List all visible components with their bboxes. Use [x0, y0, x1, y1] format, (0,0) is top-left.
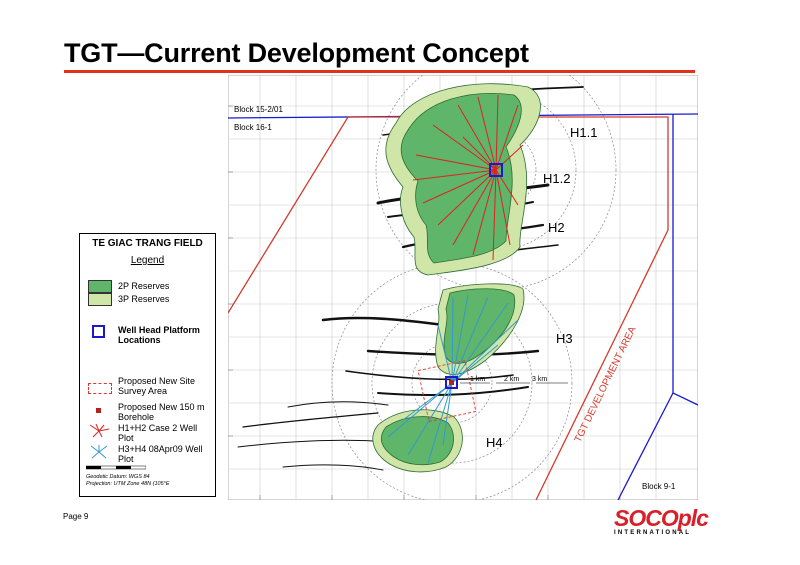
legend-label-borehole: Proposed New 150 m Borehole [118, 402, 205, 422]
label-ring-1km: 1 km [470, 376, 485, 383]
blue-well-plot-icon [90, 445, 108, 459]
title-underline [64, 70, 695, 73]
label-h3: H3 [556, 331, 573, 346]
scale-bar [86, 465, 146, 470]
swatch-2p-reserves [88, 280, 112, 293]
label-block-16-1: Block 16-1 [234, 123, 272, 132]
label-ring-2km: 2 km [504, 376, 519, 383]
borehole-marker [449, 380, 454, 385]
swatch-3p-reserves [88, 293, 112, 306]
label-h2: H2 [548, 220, 565, 235]
legend-label-3p: 3P Reserves [118, 294, 170, 304]
legend-label-2p: 2P Reserves [118, 281, 170, 291]
legend-label-h3h4: H3+H4 08Apr09 Well Plot [118, 444, 203, 464]
field-map: Block 15-2/01 Block 16-1 Block 9-1 H1.1 … [228, 75, 698, 500]
borehole-icon [96, 408, 101, 413]
legend-datum: Geodetic Datum: WGS 84 [86, 474, 150, 480]
legend-title: TE GIAC TRANG FIELD [92, 238, 203, 249]
legend-label-platform: Well Head Platform Locations [118, 325, 200, 345]
page-title: TGT—Current Development Concept [64, 38, 529, 68]
platform-square-icon [92, 325, 105, 338]
label-block-15-2-01: Block 15-2/01 [234, 105, 283, 114]
survey-area-swatch [88, 383, 112, 394]
label-ring-3km: 3 km [532, 376, 547, 383]
soco-logo: SOCOplc INTERNATIONAL [614, 505, 738, 536]
logo-wordmark: SOCOplc [614, 505, 709, 531]
map-legend: TE GIAC TRANG FIELD Legend 2P Reserves 3… [79, 233, 216, 497]
page-number: Page 9 [63, 512, 89, 521]
legend-heading: Legend [130, 255, 165, 266]
legend-projection: Projection: UTM Zone 48N (105°E [86, 481, 170, 487]
legend-label-h1h2: H1+H2 Case 2 Well Plot [118, 423, 198, 443]
label-h1-2: H1.2 [543, 171, 570, 186]
label-h1-1: H1.1 [570, 125, 597, 140]
legend-label-survey: Proposed New Site Survey Area [118, 376, 196, 396]
logo-subtitle: INTERNATIONAL [614, 530, 692, 536]
label-h4: H4 [486, 435, 503, 450]
label-block-9-1: Block 9-1 [642, 482, 676, 491]
red-well-plot-icon [89, 424, 110, 438]
